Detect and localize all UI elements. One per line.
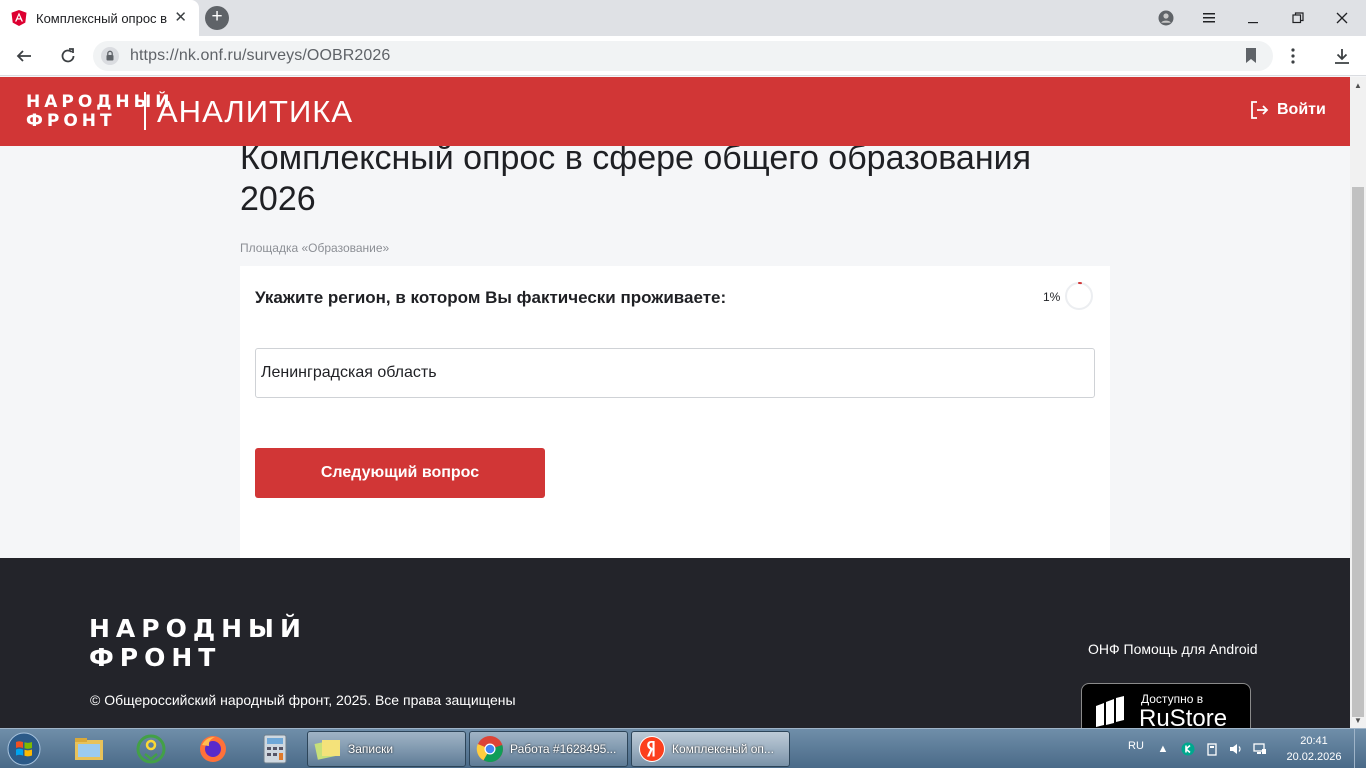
question-text: Укажите регион, в котором Вы фактически … xyxy=(255,288,727,307)
survey-page: Комплексный опрос в сфере общего образов… xyxy=(0,139,1350,558)
more-options-icon[interactable] xyxy=(1281,44,1305,68)
kaspersky-icon[interactable] xyxy=(1180,741,1196,757)
system-clock[interactable]: 20:41 20.02.2026 xyxy=(1284,733,1344,765)
url-text[interactable]: https://nk.onf.ru/surveys/OOBR2026 xyxy=(130,47,390,65)
show-desktop-button[interactable] xyxy=(1354,729,1366,768)
network-icon[interactable] xyxy=(1252,741,1268,757)
odnoklassniki-icon[interactable] xyxy=(126,732,176,766)
start-button[interactable] xyxy=(4,730,44,768)
footer-logo[interactable]: НАРОДНЫЙ ФРОНТ xyxy=(89,614,307,672)
sticky-notes-icon xyxy=(314,740,340,760)
page-scrollbar[interactable]: ▲ ▼ xyxy=(1350,77,1366,728)
back-arrow-icon[interactable] xyxy=(12,44,36,68)
scroll-up-arrow-icon[interactable]: ▲ xyxy=(1354,81,1362,90)
login-label: Войти xyxy=(1277,101,1326,118)
region-input[interactable] xyxy=(255,348,1095,398)
language-indicator[interactable]: RU xyxy=(1128,740,1144,752)
platform-label: Площадка «Образование» xyxy=(240,241,390,255)
scroll-down-arrow-icon[interactable]: ▼ xyxy=(1354,716,1362,725)
rustore-available-text: Доступно в xyxy=(1141,692,1204,706)
volume-icon[interactable] xyxy=(1228,741,1244,757)
login-button[interactable]: Войти xyxy=(1249,100,1326,120)
copyright-text: © Общероссийский народный фронт, 2025. В… xyxy=(90,692,516,708)
narodny-front-logo[interactable]: НАРОДНЫЙ ФРОНТ xyxy=(26,93,174,131)
bookmark-icon[interactable] xyxy=(1245,48,1257,68)
firefox-icon[interactable] xyxy=(188,732,238,766)
rustore-icon xyxy=(1096,696,1124,727)
next-question-button[interactable]: Следующий вопрос xyxy=(255,448,545,498)
android-app-label: ОНФ Помощь для Android xyxy=(1088,641,1258,657)
clock-date: 20.02.2026 xyxy=(1286,751,1342,763)
close-window-icon[interactable] xyxy=(1320,0,1364,36)
show-hidden-icons-icon[interactable]: ▲ xyxy=(1155,741,1171,757)
browser-tab-active[interactable]: Комплексный опрос в сфере ✕ xyxy=(0,0,199,36)
file-explorer-icon[interactable] xyxy=(64,732,114,766)
scroll-thumb[interactable] xyxy=(1352,187,1364,717)
calculator-icon[interactable] xyxy=(250,732,300,766)
task-label: Работа #1628495... xyxy=(510,742,617,756)
angular-favicon-icon xyxy=(11,10,27,26)
download-icon[interactable] xyxy=(1330,44,1354,68)
header-section-title[interactable]: АНАЛИТИКА xyxy=(157,94,353,130)
site-footer: НАРОДНЫЙ ФРОНТ © Общероссийский народный… xyxy=(0,558,1350,728)
rustore-badge[interactable]: Доступно в RuStore xyxy=(1081,683,1251,728)
progress-ring xyxy=(1065,282,1093,310)
survey-title: Комплексный опрос в сфере общего образов… xyxy=(240,139,1031,218)
windows-taskbar: Записки Работа #1628495... Комплексный о… xyxy=(0,728,1366,768)
tab-title: Комплексный опрос в сфере xyxy=(36,10,170,26)
minimize-window-icon[interactable] xyxy=(1232,0,1276,36)
restore-window-icon[interactable] xyxy=(1276,0,1320,36)
progress-percent: 1% xyxy=(1043,290,1061,304)
chrome-icon xyxy=(476,736,503,763)
site-header: НАРОДНЫЙ ФРОНТ АНАЛИТИКА Войти xyxy=(0,77,1350,146)
browser-tab-bar: Комплексный опрос в сфере ✕ + xyxy=(0,0,1366,36)
task-label: Записки xyxy=(348,742,394,756)
header-divider xyxy=(144,92,146,130)
taskbar-notes-button[interactable]: Записки xyxy=(307,731,466,767)
close-tab-icon[interactable]: ✕ xyxy=(174,9,187,27)
browser-menu-icon[interactable] xyxy=(1188,0,1232,36)
yandex-browser-icon xyxy=(639,736,665,762)
new-tab-button[interactable]: + xyxy=(205,6,229,30)
address-bar[interactable]: https://nk.onf.ru/surveys/OOBR2026 xyxy=(93,41,1273,71)
question-card: Укажите регион, в котором Вы фактически … xyxy=(240,266,1110,558)
profile-icon[interactable] xyxy=(1144,0,1188,36)
usb-device-icon[interactable] xyxy=(1204,741,1220,757)
browser-toolbar: https://nk.onf.ru/surveys/OOBR2026 xyxy=(0,36,1366,76)
task-label: Комплексный оп... xyxy=(672,742,774,756)
lock-icon[interactable] xyxy=(101,47,119,65)
rustore-name: RuStore xyxy=(1139,705,1228,728)
taskbar-chrome-button[interactable]: Работа #1628495... xyxy=(469,731,628,767)
taskbar-yandex-button[interactable]: Комплексный оп... xyxy=(631,731,790,767)
windows-logo-icon xyxy=(7,732,41,766)
reload-icon[interactable] xyxy=(56,44,80,68)
login-icon xyxy=(1251,101,1269,119)
clock-time: 20:41 xyxy=(1300,735,1328,747)
